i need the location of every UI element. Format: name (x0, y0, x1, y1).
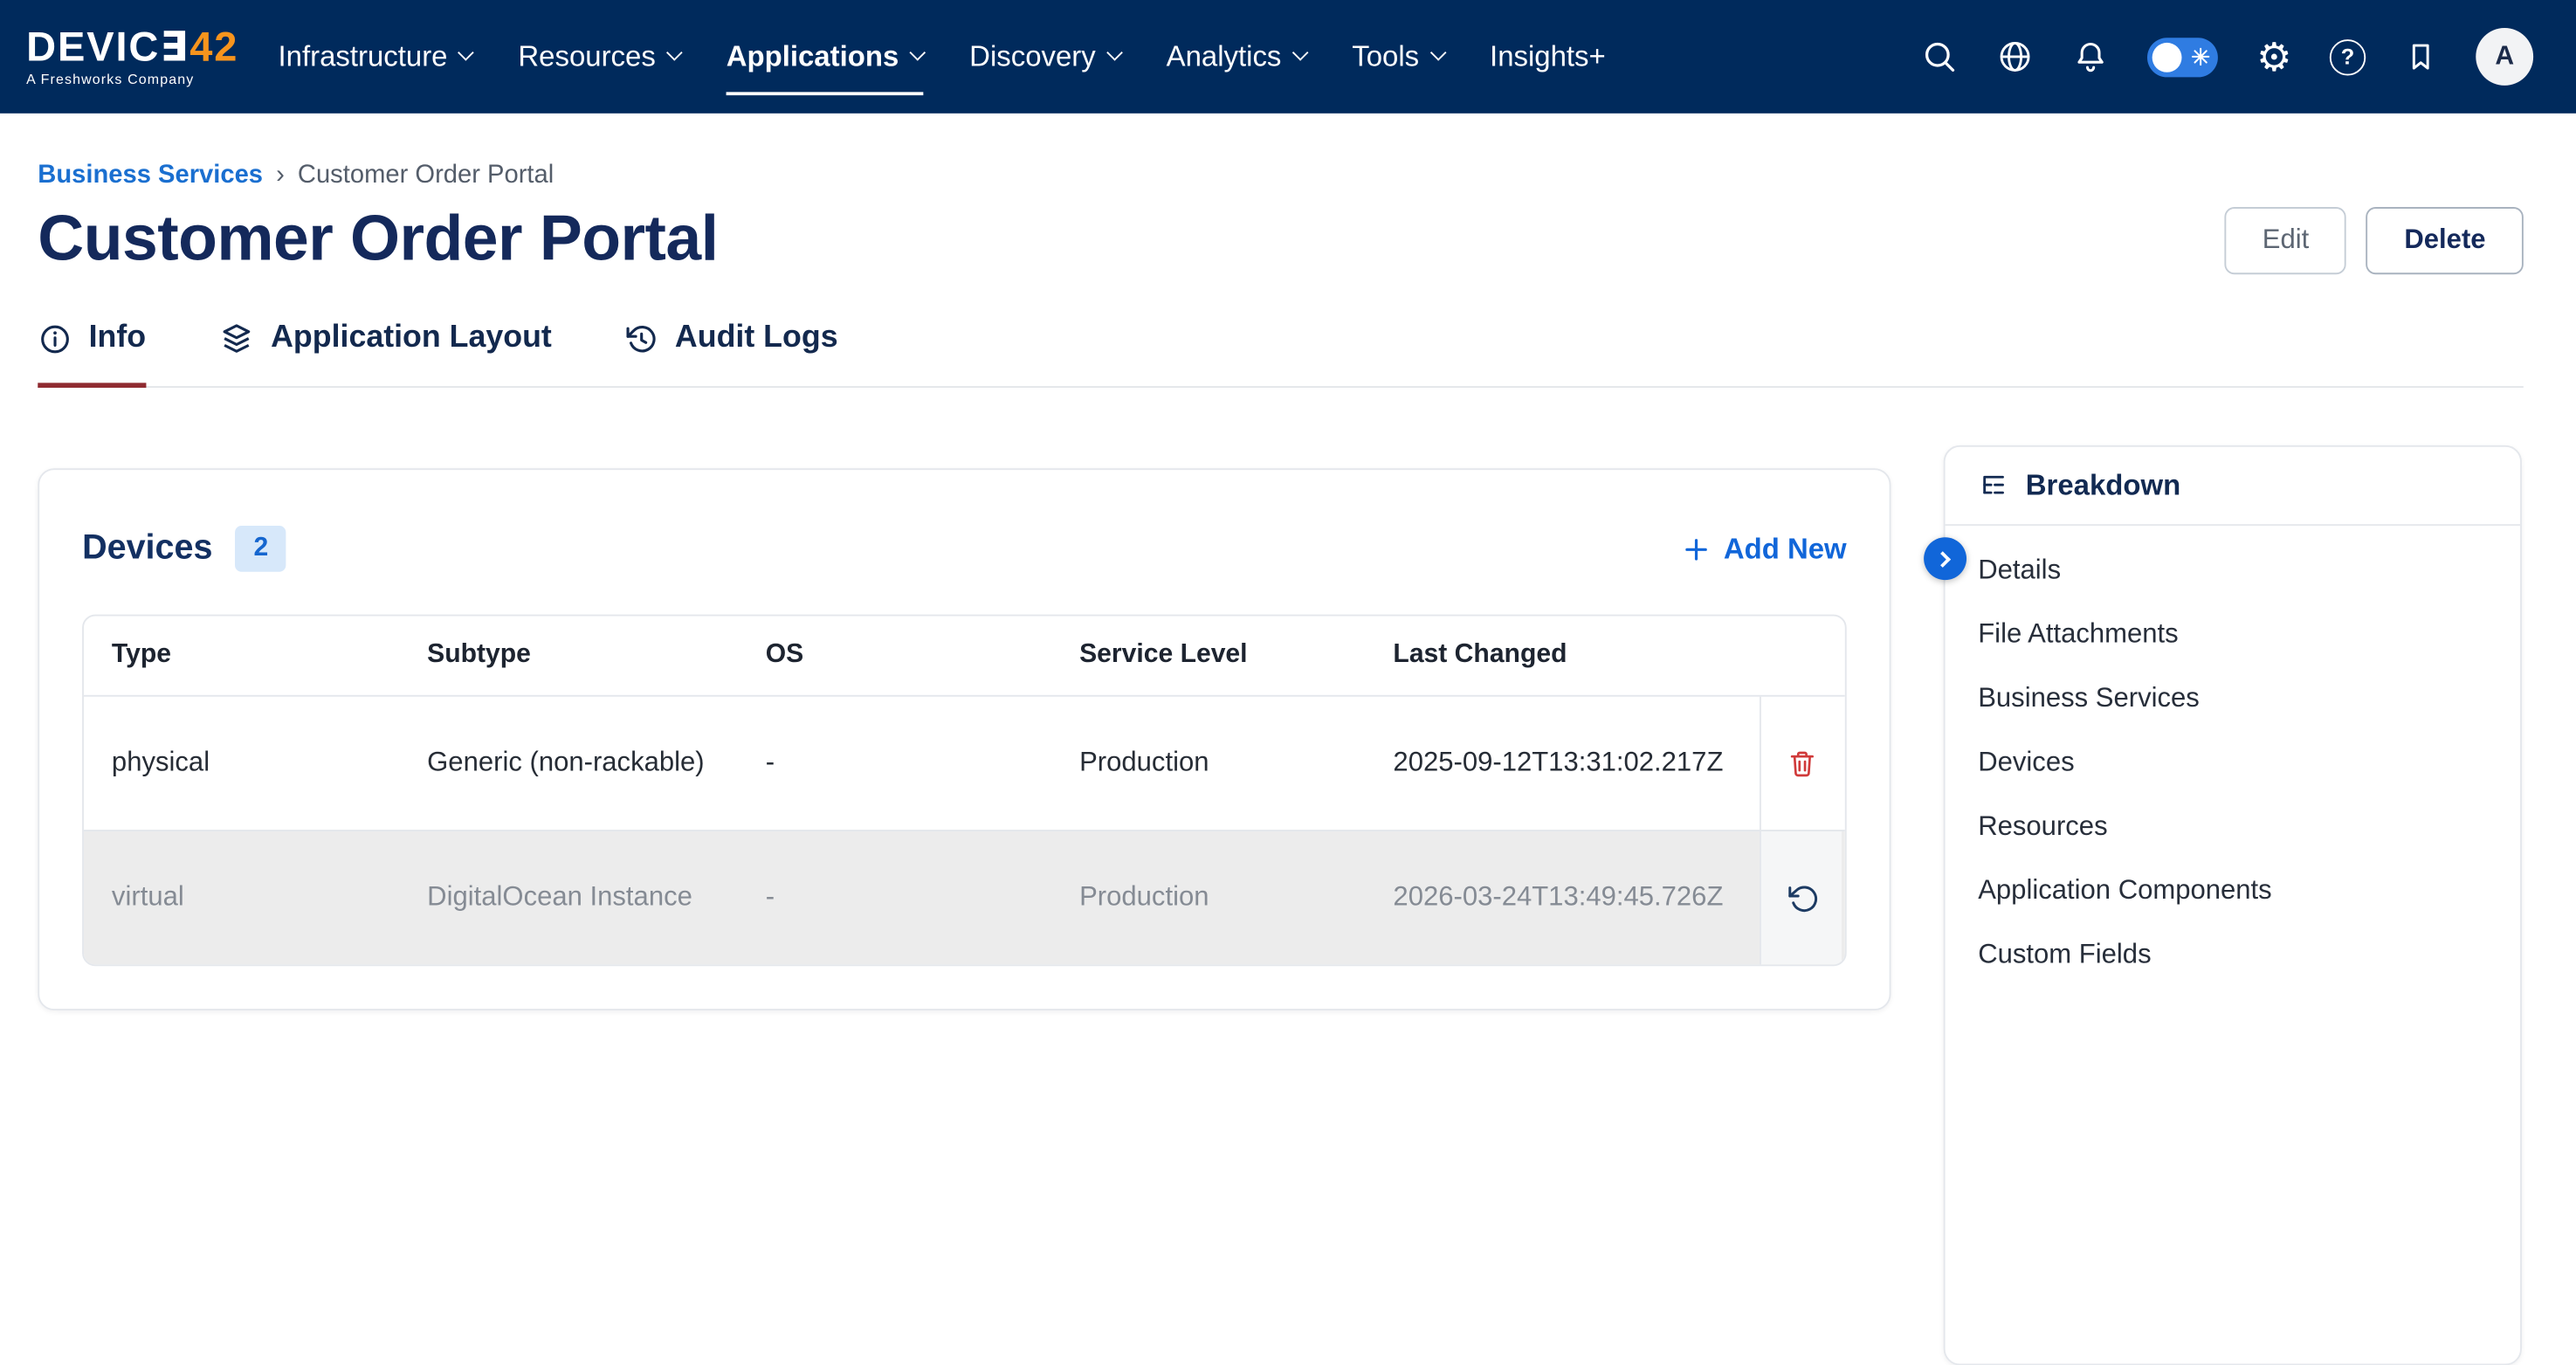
restore-row-button[interactable] (1760, 831, 1842, 964)
cell-subtype: Generic (non-rackable) (427, 748, 766, 779)
cell-last-changed: 2025-09-12T13:31:02.217Z (1393, 748, 1760, 779)
collapse-panel-button[interactable] (1924, 537, 1966, 580)
main-nav: Infrastructure Resources Applications Di… (279, 0, 1606, 114)
chevron-down-icon (666, 44, 683, 60)
main-content: Business Services › Customer Order Porta… (0, 161, 2576, 1365)
logo-text: DEVIC∃42 (26, 26, 238, 69)
tab-bar: Info Application Layout Audit Logs (38, 321, 2524, 388)
restore-icon (1785, 881, 1818, 914)
layers-icon (218, 321, 254, 356)
devices-table: Type Subtype OS Service Level Last Chang… (82, 615, 1847, 967)
nav-item-discovery[interactable]: Discovery (969, 39, 1120, 74)
column-header-subtype: Subtype (427, 641, 766, 671)
column-header-type: Type (112, 641, 427, 671)
history-icon (624, 321, 659, 356)
cell-subtype: DigitalOcean Instance (427, 882, 766, 913)
page-title: Customer Order Portal (38, 202, 718, 278)
column-header-os: OS (766, 641, 1079, 671)
help-icon[interactable]: ? (2330, 38, 2366, 74)
table-header-row: Type Subtype OS Service Level Last Chang… (84, 617, 1845, 695)
cell-os: - (766, 882, 1079, 913)
breakdown-item-details[interactable]: Details (1946, 539, 2520, 603)
breakdown-item-business-services[interactable]: Business Services (1946, 667, 2520, 731)
device42-logo[interactable]: DEVIC∃42 A Freshworks Company (26, 26, 238, 87)
chevron-down-icon (1106, 44, 1123, 60)
toggle-knob (2153, 42, 2183, 72)
breakdown-header: Breakdown (1946, 447, 2520, 526)
delete-button[interactable]: Delete (2366, 206, 2524, 273)
app-window: DEVIC∃42 A Freshworks Company Infrastruc… (0, 0, 2576, 1107)
snowflake-icon (2191, 45, 2212, 66)
breadcrumb: Business Services › Customer Order Porta… (38, 161, 2524, 190)
edit-button[interactable]: Edit (2224, 206, 2346, 273)
column-header-service-level: Service Level (1079, 641, 1393, 671)
cell-type: virtual (112, 882, 427, 913)
chevron-down-icon (1292, 44, 1309, 60)
nav-item-tools[interactable]: Tools (1352, 39, 1443, 74)
cell-service-level: Production (1079, 748, 1393, 779)
list-tree-icon (1978, 470, 2009, 501)
breakdown-item-file-attachments[interactable]: File Attachments (1946, 603, 2520, 666)
column-header-actions (1760, 617, 1842, 695)
breadcrumb-link-business-services[interactable]: Business Services (38, 161, 263, 190)
devices-count-badge: 2 (236, 526, 286, 572)
add-new-button[interactable]: Add New (1683, 532, 1847, 567)
title-row: Customer Order Portal Edit Delete (38, 202, 2524, 278)
info-icon (38, 321, 72, 356)
avatar[interactable]: A (2476, 28, 2533, 86)
bookmark-icon[interactable] (2403, 39, 2438, 74)
navbar-actions: ⚙ ? A (1921, 28, 2533, 86)
chevron-down-icon (1429, 44, 1446, 60)
nav-item-insights[interactable]: Insights+ (1490, 39, 1606, 74)
breakdown-item-custom-fields[interactable]: Custom Fields (1946, 923, 2520, 987)
breadcrumb-separator: › (276, 161, 285, 190)
cell-last-changed: 2026-03-24T13:49:45.726Z (1393, 882, 1760, 913)
devices-card-header: Devices 2 Add New (39, 470, 1889, 615)
breakdown-list: Details File Attachments Business Servic… (1946, 526, 2520, 1001)
nav-item-analytics[interactable]: Analytics (1167, 39, 1306, 74)
cell-os: - (766, 748, 1079, 779)
breadcrumb-current: Customer Order Portal (298, 161, 554, 190)
top-navbar: DEVIC∃42 A Freshworks Company Infrastruc… (0, 0, 2576, 114)
bell-icon[interactable] (2072, 38, 2110, 75)
chevron-down-icon (910, 44, 926, 60)
delete-row-button[interactable] (1760, 697, 1842, 830)
breakdown-item-devices[interactable]: Devices (1946, 731, 2520, 795)
cell-service-level: Production (1079, 882, 1393, 913)
tab-info[interactable]: Info (38, 321, 146, 386)
chevron-right-icon (1934, 550, 1951, 567)
table-row-deleted: virtual DigitalOcean Instance - Producti… (84, 830, 1845, 964)
devices-card: Devices 2 Add New Type Subtype OS Servic… (38, 468, 1891, 1010)
breakdown-item-resources[interactable]: Resources (1946, 796, 2520, 859)
plus-icon (1683, 534, 1711, 562)
cell-type: physical (112, 748, 427, 779)
tab-audit-logs[interactable]: Audit Logs (624, 321, 838, 386)
table-row: physical Generic (non-rackable) - Produc… (84, 695, 1845, 830)
nav-item-infrastructure[interactable]: Infrastructure (279, 39, 472, 74)
column-header-last-changed: Last Changed (1393, 641, 1760, 671)
nav-item-resources[interactable]: Resources (518, 39, 680, 74)
nav-item-applications[interactable]: Applications (727, 39, 924, 74)
theme-toggle[interactable] (2148, 37, 2219, 76)
logo-tagline: A Freshworks Company (26, 71, 238, 87)
content-area: Devices 2 Add New Type Subtype OS Servic… (38, 445, 2524, 1365)
tab-application-layout[interactable]: Application Layout (218, 321, 552, 386)
gear-icon[interactable]: ⚙ (2256, 37, 2291, 76)
chevron-down-icon (458, 44, 475, 60)
devices-title: Devices (82, 529, 212, 569)
globe-icon[interactable] (1997, 38, 2035, 75)
trash-icon (1785, 747, 1818, 780)
title-actions: Edit Delete (2224, 206, 2523, 273)
search-icon[interactable] (1921, 38, 1959, 75)
breakdown-item-application-components[interactable]: Application Components (1946, 859, 2520, 923)
breakdown-panel: Breakdown Details File Attachments Busin… (1944, 445, 2522, 1365)
